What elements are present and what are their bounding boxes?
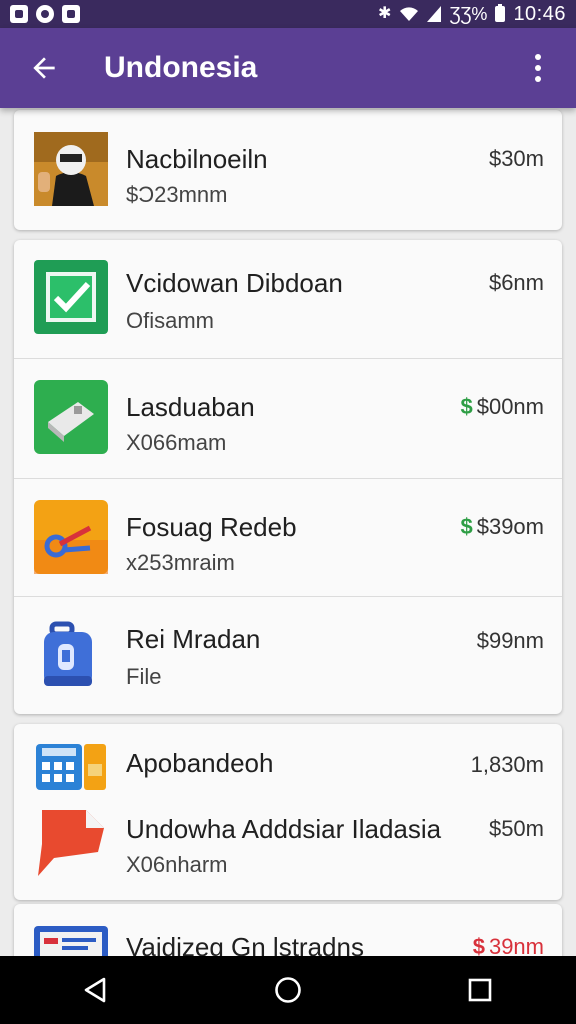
card-icon bbox=[34, 926, 108, 956]
arrow-left-icon bbox=[33, 57, 55, 79]
item-subtitle: $Ɔ23mnm bbox=[126, 182, 228, 207]
wifi-icon bbox=[400, 7, 419, 21]
clock: 10:46 bbox=[513, 2, 566, 25]
list-card: Vaidizeg Gn lstradns $ 39nm bbox=[14, 904, 562, 956]
item-title: Fosuag Redeb bbox=[126, 512, 297, 542]
list-item[interactable]: Lasduaban X066mam $ $00nm bbox=[14, 358, 562, 478]
amount-value: $39om bbox=[476, 514, 544, 539]
avatar-thumbnail bbox=[34, 132, 108, 206]
item-subtitle: X06nharm bbox=[126, 852, 228, 877]
item-title: Nacbilnoeiln bbox=[126, 144, 268, 174]
item-title: Undowha Adddsiar Iladasia bbox=[126, 814, 442, 844]
list-item[interactable]: Rei Mradan File $99nm bbox=[14, 596, 562, 716]
amount-value: 1,830m bbox=[470, 752, 544, 777]
list-item[interactable]: Vaidizeg Gn lstradns $ 39nm bbox=[14, 904, 562, 956]
item-title: Vcidowan Dibdoan bbox=[126, 268, 343, 298]
item-amount: $ $39om bbox=[460, 514, 544, 540]
circle-home-icon bbox=[275, 977, 301, 1003]
item-amount: $6nm bbox=[489, 270, 544, 296]
luggage-icon bbox=[34, 616, 108, 690]
overflow-menu-button[interactable] bbox=[514, 38, 562, 98]
amount-sign: $ bbox=[460, 514, 473, 539]
signal-icon bbox=[427, 6, 442, 22]
list-item[interactable]: Vcidowan Dibdoan Ofisamm $6nm bbox=[14, 240, 562, 360]
sync-notification-icon bbox=[36, 5, 54, 23]
back-button[interactable] bbox=[14, 38, 74, 98]
item-title: Vaidizeg Gn lstradns bbox=[126, 932, 364, 956]
battery-icon bbox=[495, 4, 506, 22]
list-item[interactable]: Apobandeoh 1,830m bbox=[14, 724, 562, 794]
amount-value: 39nm bbox=[488, 934, 544, 956]
check-chart-icon bbox=[34, 260, 108, 334]
amount-sign: $ bbox=[472, 934, 485, 956]
status-bar: ✱ ƷƷ% 10:46 bbox=[0, 0, 576, 28]
item-amount: $ 39nm bbox=[473, 934, 544, 956]
flag-icon bbox=[34, 804, 108, 878]
amount-value: $30m bbox=[488, 146, 544, 171]
page-title: Undonesia bbox=[104, 51, 258, 84]
list-item[interactable]: Nacbilnoeiln $Ɔ23mnm $30m bbox=[14, 110, 562, 230]
more-vert-icon-dot bbox=[535, 54, 541, 60]
item-title: Rei Mradan bbox=[126, 624, 261, 654]
list-card: Apobandeoh 1,830m Undowha Adddsiar Ilada… bbox=[14, 724, 562, 900]
more-vert-icon-dot bbox=[535, 76, 541, 82]
system-navigation-bar bbox=[0, 956, 576, 1024]
item-subtitle: x253mraim bbox=[126, 550, 235, 575]
item-subtitle: X066mam bbox=[126, 430, 227, 455]
item-amount: $30m bbox=[489, 146, 544, 172]
app-bar: Undonesia bbox=[0, 28, 576, 108]
item-title: Apobandeoh bbox=[126, 748, 274, 778]
item-amount: 1,830m bbox=[471, 752, 544, 778]
calculator-icon bbox=[34, 740, 108, 794]
item-subtitle: File bbox=[126, 664, 162, 689]
amount-value: $00nm bbox=[476, 394, 544, 419]
amount-value: $99nm bbox=[476, 628, 544, 653]
triangle-back-icon bbox=[84, 977, 106, 1003]
vibrate-icon: ✱ bbox=[378, 5, 392, 22]
amount-value: $50m bbox=[488, 816, 544, 841]
photo-notification-icon bbox=[10, 5, 28, 23]
status-bar-system: ✱ ƷƷ% 10:46 bbox=[378, 3, 566, 26]
transaction-list: Nacbilnoeiln $Ɔ23mnm $30m Vcidowan Dibdo… bbox=[0, 108, 576, 956]
status-bar-notifications bbox=[10, 5, 80, 23]
battery-percent: ƷƷ% bbox=[449, 3, 488, 24]
square-recents-icon bbox=[468, 978, 492, 1002]
item-amount: $99nm bbox=[477, 628, 544, 654]
more-vert-icon-dot bbox=[535, 65, 541, 71]
tools-icon bbox=[34, 500, 108, 574]
message-notification-icon bbox=[62, 5, 80, 23]
nav-back-button[interactable] bbox=[66, 960, 126, 1020]
list-item[interactable]: Fosuag Redeb x253mraim $ $39om bbox=[14, 478, 562, 598]
list-item[interactable]: Undowha Adddsiar Iladasia X06nharm $50m bbox=[14, 794, 562, 900]
device-icon bbox=[34, 380, 108, 454]
list-card: Nacbilnoeiln $Ɔ23mnm $30m bbox=[14, 110, 562, 230]
item-amount: $ $00nm bbox=[460, 394, 544, 420]
item-subtitle: Ofisamm bbox=[126, 308, 214, 333]
nav-home-button[interactable] bbox=[258, 960, 318, 1020]
amount-sign: $ bbox=[460, 394, 473, 419]
amount-value: $6nm bbox=[488, 270, 544, 295]
nav-recents-button[interactable] bbox=[450, 960, 510, 1020]
item-title: Lasduaban bbox=[126, 392, 255, 422]
item-amount: $50m bbox=[489, 816, 544, 842]
list-card: Vcidowan Dibdoan Ofisamm $6nm Lasduaban … bbox=[14, 240, 562, 714]
